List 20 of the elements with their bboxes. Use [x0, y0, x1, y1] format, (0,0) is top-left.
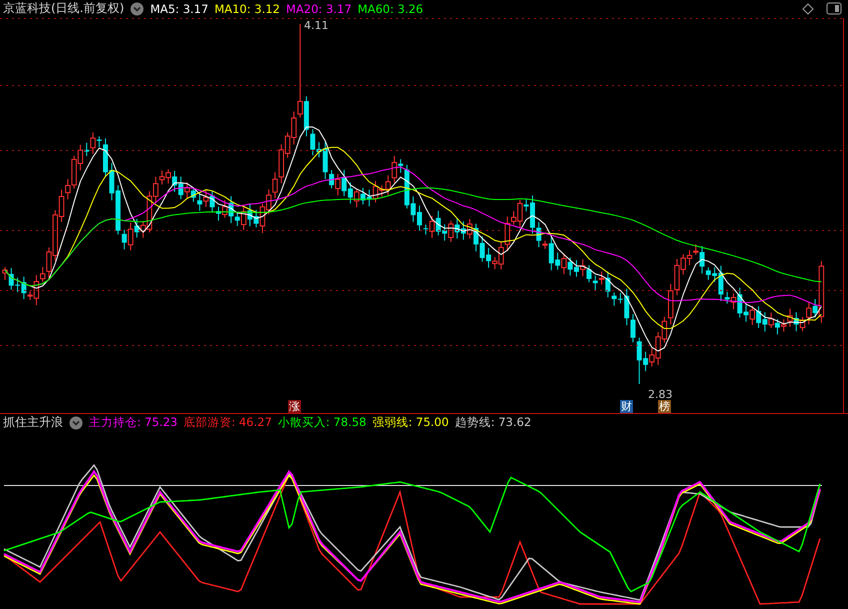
panel-toggle-icon[interactable]	[826, 2, 842, 16]
low-price-label: 2.83	[648, 388, 672, 401]
chart-title: 抓住主升浪	[3, 414, 63, 432]
indicator-value: 趋势线: 73.62	[454, 415, 532, 430]
diamond-icon[interactable]	[802, 2, 814, 15]
indicator-value: MA5: 3.17	[150, 2, 208, 16]
chart-title: 京蓝科技(日线.前复权)	[3, 0, 124, 18]
event-marker[interactable]: 涨	[288, 400, 301, 413]
indicator-value: 小散买入: 78.58	[278, 415, 366, 430]
event-marker[interactable]: 财	[620, 400, 633, 413]
indicator-value: 底部游资: 46.27	[183, 415, 272, 430]
dropdown-icon[interactable]	[130, 2, 144, 16]
event-marker[interactable]: 榜	[658, 400, 671, 413]
high-price-label: 4.11	[304, 18, 328, 32]
indicator-value: MA10: 3.12	[214, 2, 280, 16]
dropdown-icon[interactable]	[69, 416, 83, 430]
indicator-value: 主力持仓: 75.23	[89, 415, 178, 430]
indicator-value: 强弱线: 75.00	[372, 415, 449, 430]
indicator-value: MA20: 3.17	[286, 2, 352, 16]
indicator-value: MA60: 3.26	[358, 2, 424, 16]
